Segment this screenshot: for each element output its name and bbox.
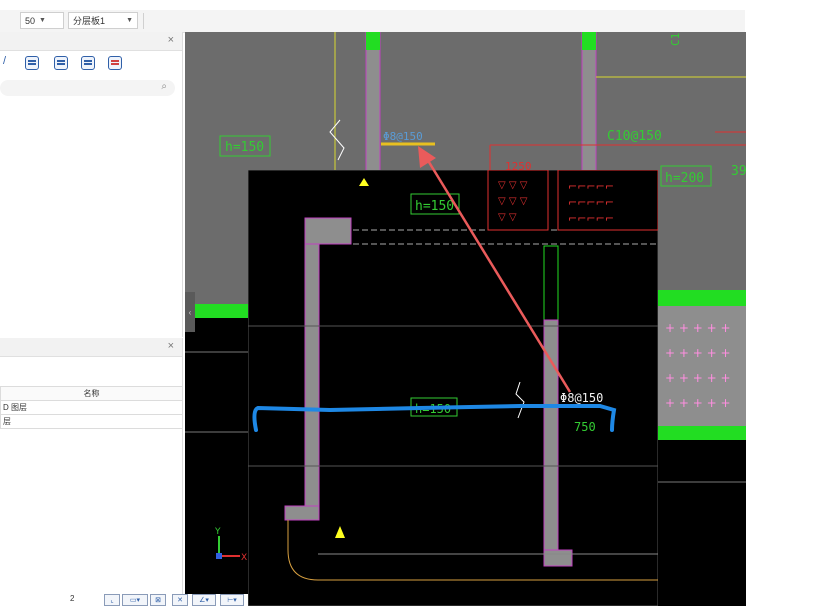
annotation-layer bbox=[252, 119, 617, 432]
box-select-button[interactable]: ▭▾ bbox=[122, 594, 148, 606]
ortho-button[interactable]: ⊢▾ bbox=[220, 594, 244, 606]
snap-button[interactable]: ∠▾ bbox=[192, 594, 216, 606]
cad-break-symbol bbox=[329, 119, 345, 161]
bottom-toolbar: 2 ⌞ ▭▾ ⊠ ✕ ∠▾ ⊢▾ bbox=[0, 594, 248, 606]
annotation-arrow bbox=[422, 153, 572, 393]
page-indicator: 2 bbox=[70, 594, 75, 603]
hand-drawn-line bbox=[252, 404, 617, 432]
cross-select-button[interactable]: ✕ bbox=[172, 594, 188, 606]
filter-button[interactable]: ⊠ bbox=[150, 594, 166, 606]
select-tool-button[interactable]: ⌞ bbox=[104, 594, 120, 606]
annotation-arrowhead bbox=[418, 146, 436, 168]
